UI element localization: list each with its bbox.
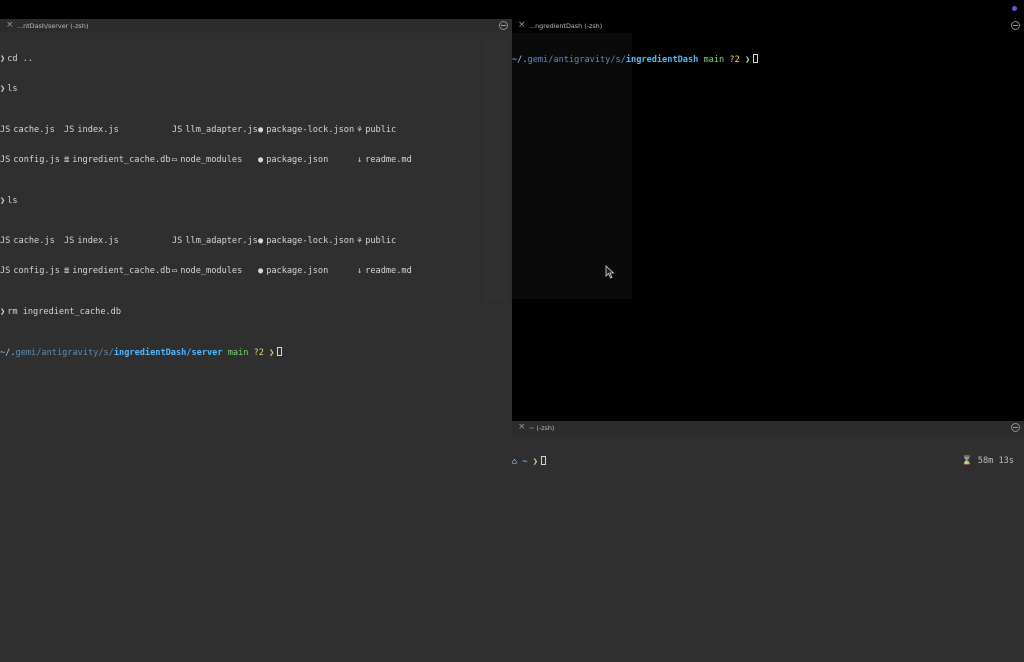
markdown-icon: ↓ [357, 266, 363, 277]
git-status: ?2 [253, 347, 264, 358]
current-directory: ~ [522, 457, 528, 468]
json-icon: ● [258, 155, 264, 166]
text-cursor [277, 346, 283, 356]
folder-icon: ⚘ [357, 124, 363, 135]
git-status: ?2 [729, 55, 740, 66]
folder-icon: ▭ [172, 155, 178, 166]
pane-header: × ~ (-zsh) [512, 421, 1024, 435]
command-duration: ⌛ 58m 13s [961, 456, 1014, 467]
list-item: ▭ node_modules [172, 266, 243, 277]
text-cursor [753, 54, 759, 64]
json-icon: ● [258, 266, 264, 277]
ls-row: JS config.js ≣ ingredient_cache.db ▭ node_m… [0, 155, 512, 165]
list-item: JS config.js [0, 155, 60, 166]
markdown-icon: ↓ [357, 155, 363, 166]
text-cursor [540, 456, 546, 466]
zoom-icon[interactable] [1011, 21, 1020, 30]
zoom-icon[interactable] [499, 21, 508, 30]
shell-prompt[interactable]: ⌂ ~ ❯ ⌛ 58m 13s [512, 456, 1024, 468]
list-item: ▭ node_modules [172, 155, 243, 166]
command-line: ❯ cd .. [0, 54, 34, 65]
json-icon: ● [258, 235, 264, 246]
list-item: ↓ readme.md [357, 266, 412, 277]
command-line: ❯ ls [0, 195, 18, 206]
pane-title: ...ntDash/server (-zsh) [17, 22, 89, 30]
pane-title: ~ (-zsh) [529, 424, 555, 432]
js-icon: JS [0, 124, 11, 135]
git-branch: main [227, 347, 249, 358]
list-item: ● package-lock.json [258, 235, 355, 246]
zoom-icon[interactable] [1011, 423, 1020, 432]
list-item: ● package-lock.json [258, 124, 355, 135]
git-branch: main [703, 55, 725, 66]
js-icon: JS [172, 124, 183, 135]
command-line: ❯ rm ingredient_cache.db [0, 306, 122, 317]
ls-row: JS cache.js JS index.js JS llm_adapter.js ●… [0, 125, 512, 135]
list-item: JS llm_adapter.js [172, 235, 258, 246]
pane-header: × ...ntDash/server (-zsh) [0, 19, 512, 33]
list-item: JS cache.js [0, 124, 55, 135]
pane-header: × ...ngredientDash (-zsh) [512, 19, 1024, 33]
prompt-arrow: ❯ [532, 457, 538, 468]
database-icon: ≣ [64, 155, 70, 166]
terminal-pane-left[interactable]: × ...ntDash/server (-zsh) ❯ cd .. ❯ ls JS c… [0, 19, 512, 662]
list-item: ↓ readme.md [357, 155, 412, 166]
terminal-pane-bottom-right[interactable]: × ~ (-zsh) ⌂ ~ ❯ ⌛ 58m 13s [512, 421, 1024, 662]
home-path: ~/. [0, 347, 16, 358]
list-item: ≣ ingredient_cache.db [64, 266, 171, 277]
js-icon: JS [0, 155, 11, 166]
list-item: ⚘ public [357, 124, 397, 135]
current-directory: ingredientDash/server [113, 347, 223, 358]
list-item: JS index.js [64, 124, 119, 135]
list-item: JS llm_adapter.js [172, 124, 258, 135]
close-icon[interactable]: × [518, 423, 527, 432]
shell-prompt[interactable]: ~/.gemi/antigravity/s/ingredientDash/ser… [0, 346, 512, 358]
js-icon: JS [0, 266, 11, 277]
list-item: ⚘ public [357, 235, 397, 246]
current-directory: ingredientDash [625, 55, 699, 66]
ls-row: JS config.js ≣ ingredient_cache.db ▭ node_m… [0, 266, 512, 276]
command-line: ❯ ls [0, 84, 18, 95]
prompt-arrow: ❯ [744, 55, 751, 66]
notification-dot [1012, 6, 1017, 11]
pane-title: ...ngredientDash (-zsh) [529, 22, 603, 30]
js-icon: JS [64, 235, 75, 246]
shell-prompt[interactable]: ~/.gemi/antigravity/s/ingredientDash mai… [512, 54, 1024, 66]
list-item: ● package.json [258, 266, 329, 277]
js-icon: JS [172, 235, 183, 246]
terminal-output[interactable]: ⌂ ~ ❯ ⌛ 58m 13s [512, 435, 1024, 662]
list-item: JS cache.js [0, 235, 55, 246]
close-icon[interactable]: × [6, 21, 15, 30]
database-icon: ≣ [64, 266, 70, 277]
top-bar [0, 0, 1024, 19]
js-icon: JS [0, 235, 11, 246]
home-path: ~/. [512, 55, 528, 66]
list-item: ● package.json [258, 155, 329, 166]
home-icon: ⌂ [512, 457, 518, 468]
list-item: JS index.js [64, 235, 119, 246]
terminal-output[interactable]: ❯ cd .. ❯ ls JS cache.js JS index.js JS llm_a… [0, 33, 512, 662]
terminal-pane-top-right[interactable]: × ...ngredientDash (-zsh) ~/.gemi/antigr… [512, 19, 1024, 421]
list-item: JS config.js [0, 266, 60, 277]
terminal-output[interactable]: ~/.gemi/antigravity/s/ingredientDash mai… [512, 33, 1024, 421]
json-icon: ● [258, 124, 264, 135]
folder-icon: ⚘ [357, 235, 363, 246]
list-item: ≣ ingredient_cache.db [64, 155, 171, 166]
ls-row: JS cache.js JS index.js JS llm_adapter.js ●… [0, 236, 512, 246]
prompt-arrow: ❯ [269, 347, 275, 358]
close-icon[interactable]: × [518, 21, 527, 30]
folder-icon: ▭ [172, 266, 178, 277]
js-icon: JS [64, 124, 75, 135]
